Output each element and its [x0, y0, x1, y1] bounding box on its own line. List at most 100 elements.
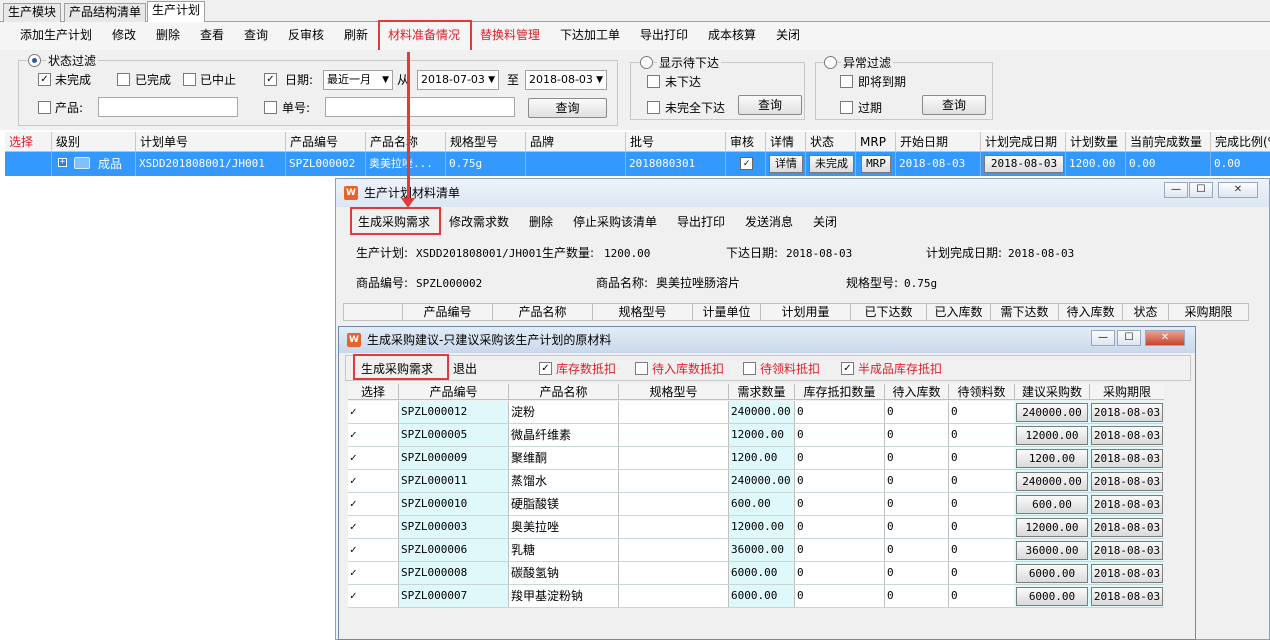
- deadline-button[interactable]: 2018-08-03: [1091, 472, 1163, 491]
- exit-button[interactable]: 退出: [453, 362, 477, 376]
- suggest-qty-button[interactable]: 1200.00: [1016, 449, 1088, 468]
- table-row[interactable]: ✓ SPZL000008 碳酸氢钠 6000.00 0 0 0 6000.00 2018-08-…: [348, 562, 1164, 585]
- stock-deduct-checkbox[interactable]: ✓: [539, 362, 552, 375]
- detail-button[interactable]: 详情: [769, 155, 803, 173]
- order-no-input[interactable]: [325, 97, 515, 117]
- send-message-button[interactable]: 发送消息: [745, 215, 793, 229]
- suggest-qty-button[interactable]: 36000.00: [1016, 541, 1088, 560]
- w1-col-need-issue: 需下达数: [990, 304, 1058, 320]
- cost-button[interactable]: 成本核算: [708, 28, 756, 42]
- query-button[interactable]: 查询: [244, 28, 268, 42]
- expired-checkbox[interactable]: [840, 101, 853, 114]
- table-row[interactable]: ✓ SPZL000010 硬脂酸镁 600.00 0 0 0 600.00 2018-08-03: [348, 493, 1164, 516]
- close-icon[interactable]: ✕: [1145, 330, 1185, 346]
- product-input[interactable]: [98, 97, 238, 117]
- table-row[interactable]: ✓ SPZL000003 奥美拉唑 12000.00 0 0 0 12000.00 2018-0…: [348, 516, 1164, 539]
- order-no-checkbox[interactable]: [264, 101, 277, 114]
- row-select-cell[interactable]: ✓: [348, 562, 398, 584]
- date-range-select[interactable]: 最近一月 ▼: [323, 70, 393, 90]
- minimize-icon[interactable]: —: [1091, 330, 1115, 346]
- audit-checkbox[interactable]: ✓: [740, 157, 753, 170]
- row-select-cell[interactable]: ✓: [348, 516, 398, 538]
- show-pending-radio[interactable]: [640, 56, 653, 69]
- table-row[interactable]: ✓ SPZL000005 微晶纤维素 12000.00 0 0 0 12000.00 2018-…: [348, 424, 1164, 447]
- view-button[interactable]: 查看: [200, 28, 224, 42]
- tab-bom[interactable]: 产品结构清单: [64, 3, 147, 22]
- query-exception-button[interactable]: 查询: [922, 95, 986, 115]
- date-from-picker[interactable]: 2018-07-03 ▼: [417, 70, 499, 90]
- w1-close-button[interactable]: 关闭: [813, 215, 837, 229]
- deadline-button[interactable]: 2018-08-03: [1091, 495, 1163, 514]
- suggest-qty-button[interactable]: 6000.00: [1016, 564, 1088, 583]
- stop-purchase-button[interactable]: 停止采购该清单: [573, 215, 657, 229]
- status-filter-radio[interactable]: [28, 54, 41, 67]
- deadline-button[interactable]: 2018-08-03: [1091, 518, 1163, 537]
- suggest-qty-button[interactable]: 240000.00: [1016, 403, 1088, 422]
- due-soon-checkbox[interactable]: [840, 75, 853, 88]
- row-select-cell[interactable]: ✓: [348, 470, 398, 492]
- modify-demand-button[interactable]: 修改需求数: [449, 215, 509, 229]
- suggest-qty-button[interactable]: 12000.00: [1016, 426, 1088, 445]
- maximize-icon[interactable]: ☐: [1189, 182, 1213, 198]
- complete-checkbox[interactable]: [117, 73, 130, 86]
- suggest-qty-button[interactable]: 240000.00: [1016, 472, 1088, 491]
- w1-delete-button[interactable]: 删除: [529, 215, 553, 229]
- plan-grid-row[interactable]: + 成品 XSDD201808001/JH001 SPZL000002 奥美拉唑…: [5, 152, 1270, 176]
- deadline-button[interactable]: 2018-08-03: [1091, 541, 1163, 560]
- expand-icon[interactable]: +: [58, 158, 67, 167]
- issue-order-button[interactable]: 下达加工单: [560, 28, 620, 42]
- deadline-button[interactable]: 2018-08-03: [1091, 403, 1163, 422]
- date-checkbox[interactable]: ✓: [264, 73, 277, 86]
- finish-date-button[interactable]: 2018-08-03: [984, 155, 1064, 173]
- query-pending-button[interactable]: 查询: [738, 95, 802, 115]
- suggest-qty-button[interactable]: 12000.00: [1016, 518, 1088, 537]
- mrp-button[interactable]: MRP: [861, 155, 891, 173]
- query-filter-button[interactable]: 查询: [528, 98, 607, 118]
- row-select-cell[interactable]: [5, 152, 51, 176]
- w1-col-name: 产品名称: [492, 304, 592, 320]
- suggest-qty-button[interactable]: 6000.00: [1016, 587, 1088, 606]
- row-select-cell[interactable]: ✓: [348, 539, 398, 561]
- table-row[interactable]: ✓ SPZL000006 乳糖 36000.00 0 0 0 36000.00 2018-08-…: [348, 539, 1164, 562]
- row-select-cell[interactable]: ✓: [348, 424, 398, 446]
- pending-in-deduct-checkbox[interactable]: [635, 362, 648, 375]
- exception-filter-radio[interactable]: [824, 56, 837, 69]
- table-row[interactable]: ✓ SPZL000009 聚维酮 1200.00 0 0 0 1200.00 2018-08-0…: [348, 447, 1164, 470]
- tab-production-plan[interactable]: 生产计划: [147, 1, 206, 22]
- deadline-button[interactable]: 2018-08-03: [1091, 449, 1163, 468]
- deadline-button[interactable]: 2018-08-03: [1091, 587, 1163, 606]
- minimize-icon[interactable]: —: [1164, 182, 1188, 198]
- row-select-cell[interactable]: ✓: [348, 493, 398, 515]
- unaudit-button[interactable]: 反审核: [288, 28, 324, 42]
- table-row[interactable]: ✓ SPZL000011 蒸馏水 240000.00 0 0 0 240000.00 2018-…: [348, 470, 1164, 493]
- close-button[interactable]: 关闭: [776, 28, 800, 42]
- refresh-button[interactable]: 刷新: [344, 28, 368, 42]
- edit-button[interactable]: 修改: [112, 28, 136, 42]
- suggest-qty-button[interactable]: 600.00: [1016, 495, 1088, 514]
- table-row[interactable]: ✓ SPZL000012 淀粉 240000.00 0 0 0 240000.00 2018-0…: [348, 401, 1164, 424]
- not-fully-issued-checkbox[interactable]: [647, 101, 660, 114]
- pending-pick-deduct-checkbox[interactable]: [743, 362, 756, 375]
- row-select-cell[interactable]: ✓: [348, 447, 398, 469]
- add-plan-button[interactable]: 添加生产计划: [20, 28, 92, 42]
- product-checkbox[interactable]: [38, 101, 51, 114]
- deadline-button[interactable]: 2018-08-03: [1091, 564, 1163, 583]
- w1-export-button[interactable]: 导出打印: [677, 215, 725, 229]
- delete-button[interactable]: 删除: [156, 28, 180, 42]
- incomplete-checkbox[interactable]: ✓: [38, 73, 51, 86]
- status-button[interactable]: 未完成: [809, 155, 854, 173]
- row-select-cell[interactable]: ✓: [348, 401, 398, 423]
- maximize-icon[interactable]: ☐: [1117, 330, 1141, 346]
- table-row[interactable]: ✓ SPZL000007 羧甲基淀粉钠 6000.00 0 0 0 6000.00 2018-0…: [348, 585, 1164, 608]
- row-spec: [618, 447, 728, 469]
- export-print-button[interactable]: 导出打印: [640, 28, 688, 42]
- date-to-picker[interactable]: 2018-08-03 ▼: [525, 70, 607, 90]
- not-issued-checkbox[interactable]: [647, 75, 660, 88]
- row-select-cell[interactable]: ✓: [348, 585, 398, 607]
- deadline-button[interactable]: 2018-08-03: [1091, 426, 1163, 445]
- stopped-checkbox[interactable]: [183, 73, 196, 86]
- tab-production-module[interactable]: 生产模块: [3, 3, 62, 22]
- substitute-button[interactable]: 替换料管理: [480, 28, 540, 42]
- close-icon[interactable]: ✕: [1218, 182, 1258, 198]
- semi-deduct-checkbox[interactable]: ✓: [841, 362, 854, 375]
